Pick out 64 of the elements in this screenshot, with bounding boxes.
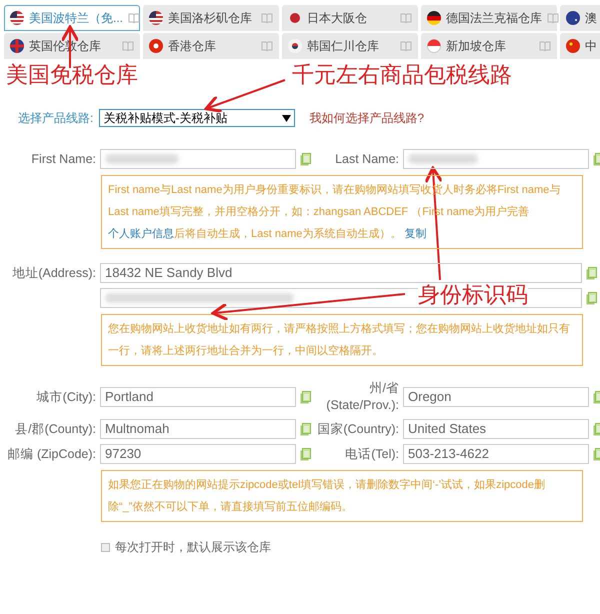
notice-link[interactable]: 复制 (404, 228, 426, 240)
flag-icon (566, 11, 580, 25)
annotation-text: 身份标识码 (418, 284, 528, 306)
help-link[interactable]: 我如何选择产品线路? (309, 109, 424, 127)
copy-icon[interactable] (300, 152, 311, 166)
field-label: Last Name: (334, 150, 399, 168)
field-label: First Name: (30, 150, 96, 168)
notice-link[interactable]: 个人账户信息 (108, 228, 174, 240)
field-label: 城市(City): (36, 388, 96, 406)
warehouse-tab[interactable]: 韩国仁川仓库 (282, 33, 418, 59)
text-field[interactable]: Oregon (403, 387, 589, 407)
copy-icon[interactable] (300, 422, 311, 436)
copy-icon[interactable] (586, 292, 597, 304)
field-label: 电话(Tel): (344, 446, 399, 462)
field-label: 选择产品线路: (18, 110, 94, 127)
checkbox-label: 每次打开时，默认展示该仓库 (115, 539, 271, 556)
notice-box: 您在购物网站上收货地址如有两行，请严格按照上方格式填写；您在购物网站上收货地址如只有一行，请将上述两行地址合并为一行，中间以空格隔开。 (101, 314, 583, 366)
checkbox[interactable] (101, 542, 110, 552)
text-field[interactable] (100, 149, 296, 169)
flag-icon (427, 11, 441, 25)
text-field[interactable]: Multnomah (100, 419, 296, 439)
field-label: 国家(Country): (316, 420, 399, 438)
flag-icon (566, 39, 580, 53)
flag-icon (427, 39, 441, 53)
flag-icon (288, 39, 302, 53)
book-icon (547, 13, 559, 23)
field-label: 地址(Address): (11, 264, 96, 282)
flag-icon (149, 39, 163, 53)
text-field[interactable]: 18432 NE Sandy Blvd (100, 263, 582, 283)
warehouse-tab[interactable]: 美国波特兰（免... (4, 5, 140, 31)
book-icon (400, 13, 412, 23)
warehouse-tab[interactable]: 澳 (560, 5, 600, 31)
warehouse-tab[interactable]: 美国洛杉矶仓库 (143, 5, 279, 31)
notice-box: 如果您正在购物的网站提示zipcode或tel填写错误，请删除数字中间‘-’试试，如果zipcode删除“_”依然不可以下单，请直接填写前五位邮编码。 (101, 470, 583, 522)
field-label: 县/郡(County): (14, 420, 96, 438)
book-icon (539, 41, 551, 51)
book-icon (128, 13, 140, 23)
warehouse-tab[interactable]: 德国法兰克福仓库 (421, 5, 557, 31)
book-icon (261, 13, 273, 23)
flag-icon (149, 11, 163, 25)
warehouse-tab[interactable]: 中 (560, 33, 600, 59)
annotation-text: 千元左右商品包税线路 (292, 64, 512, 86)
field-label: 州/省(State/Prov.): (325, 380, 399, 414)
annotation-text: 美国免税仓库 (6, 64, 138, 86)
text-field[interactable]: 503-213-4622 (403, 444, 589, 464)
text-field[interactable]: 97230 (100, 444, 296, 464)
product-line-select[interactable]: 关税补贴模式-关税补贴 (99, 109, 296, 127)
book-icon (122, 41, 134, 51)
text-field[interactable]: Portland (100, 387, 296, 407)
warehouse-tab[interactable]: 日本大阪仓 (282, 5, 418, 31)
flag-icon (288, 11, 302, 25)
book-icon (261, 41, 273, 51)
warehouse-tab[interactable]: 香港仓库 (143, 33, 279, 59)
flag-icon (10, 39, 24, 53)
warehouse-tab[interactable]: 新加坡仓库 (421, 33, 557, 59)
field-label: 邮编 (ZipCode): (6, 446, 96, 462)
text-field[interactable]: United States (403, 419, 589, 439)
book-icon (400, 41, 412, 51)
copy-icon[interactable] (300, 390, 311, 404)
text-field[interactable] (403, 149, 589, 169)
flag-icon (10, 11, 24, 25)
copy-icon[interactable] (300, 448, 311, 460)
copy-icon[interactable] (586, 266, 597, 280)
dropdown-arrow-icon (282, 114, 292, 122)
